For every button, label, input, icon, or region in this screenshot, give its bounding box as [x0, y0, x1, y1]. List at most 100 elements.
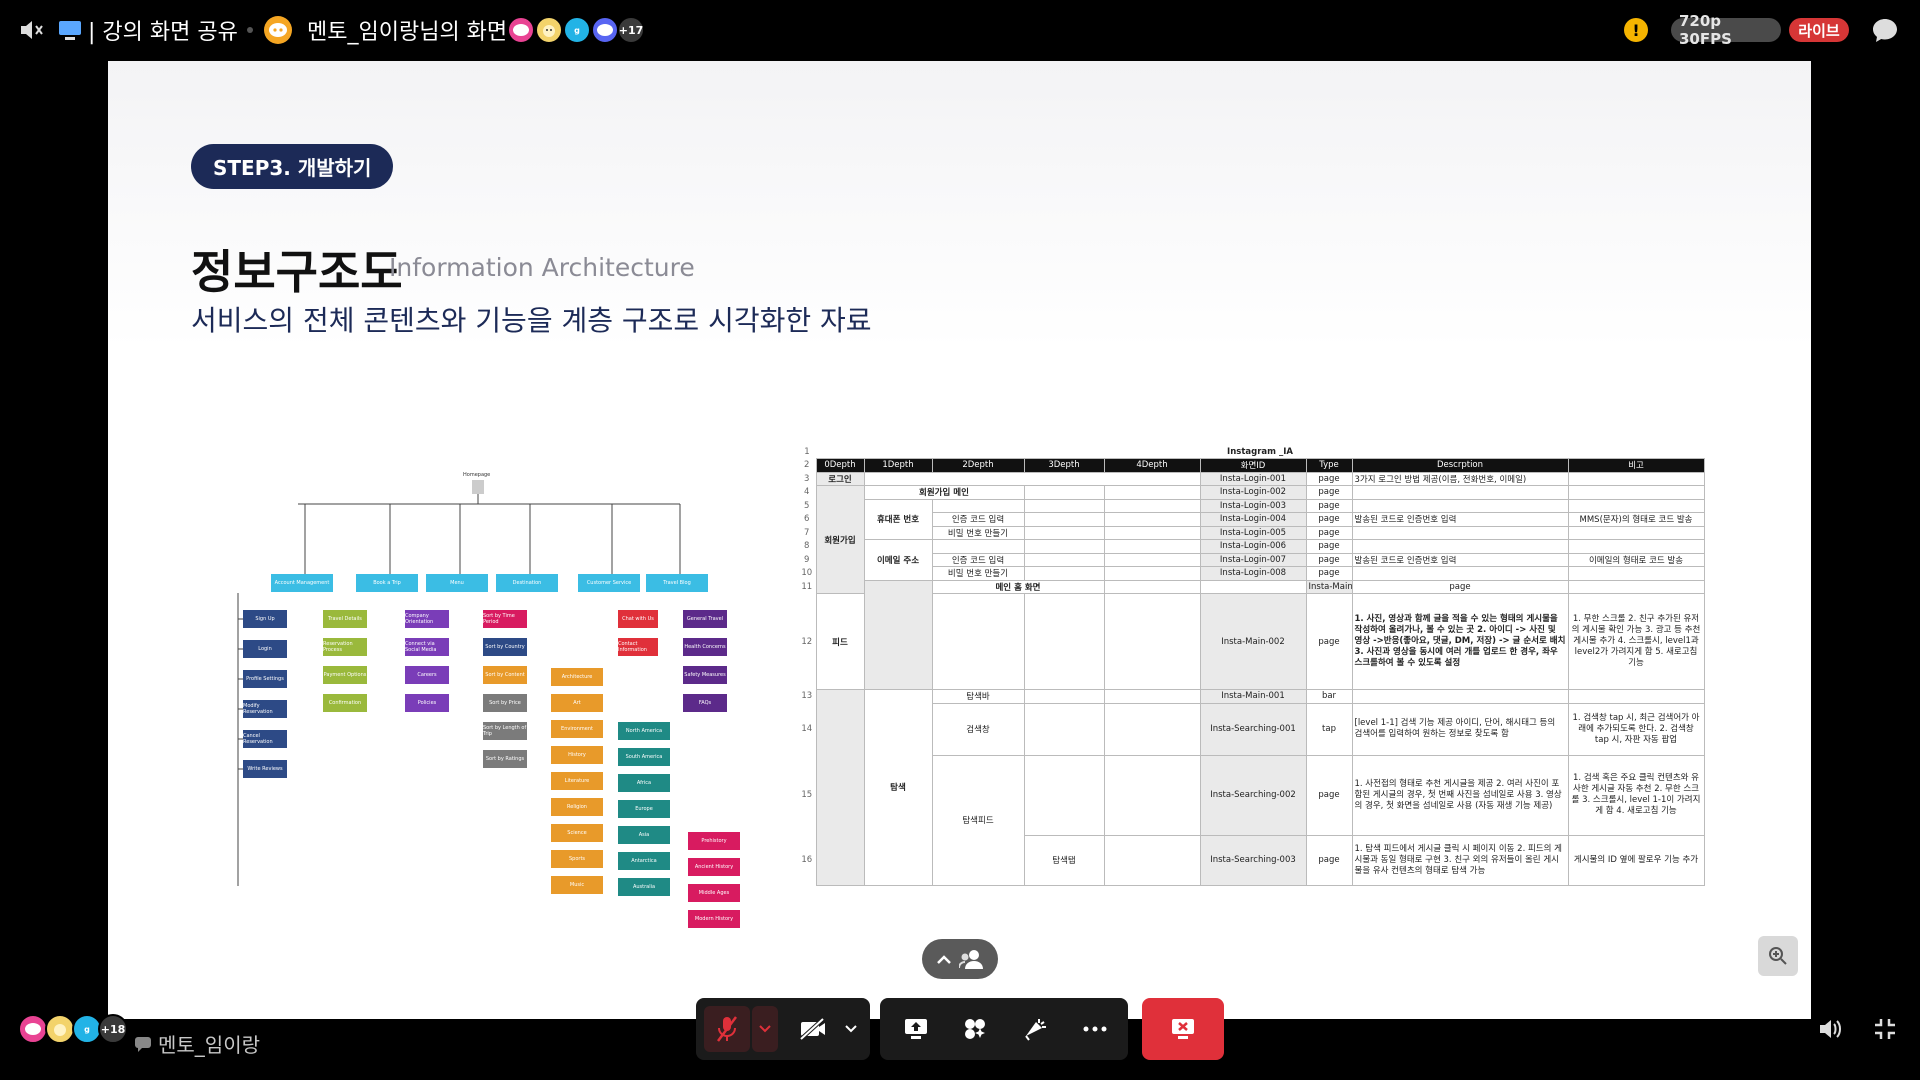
tree-node: Menu	[426, 574, 488, 592]
slide-title-english: Information Architecture	[389, 253, 695, 282]
tree-node: Sports	[551, 850, 603, 868]
column-header: Descrption	[1351, 458, 1569, 473]
table-row: 15 탐색피드 Insta-Searching-002 page 1. 사전접의 …	[798, 754, 1705, 886]
tree-node: Sort by Length of Trip	[483, 722, 527, 740]
viewer-avatar[interactable]: g	[563, 16, 591, 44]
viewer-avatar[interactable]	[535, 16, 563, 44]
table-row: 12 피드 Insta-Main-002 page 1. 사진, 영상과 함께 글…	[798, 593, 1705, 690]
tree-node: Travel Blog	[646, 574, 708, 592]
tree-node: Travel Details	[323, 610, 367, 628]
tree-node: Prehistory	[688, 832, 740, 850]
tree-node: Science	[551, 824, 603, 842]
volume-button[interactable]	[1816, 1014, 1846, 1044]
tree-node: Connect via Social Media	[405, 638, 449, 656]
tree-node: Book a Trip	[356, 574, 418, 592]
tree-node: Company Orientation	[405, 610, 449, 628]
table-row: 13 탐색 탐색바 Insta-Main-001 bar	[798, 689, 1705, 886]
table-row: 5 휴대폰 번호 Insta-Login-003 page	[798, 498, 1705, 540]
tree-node: Sort by Time Period	[483, 610, 527, 628]
participant-avatar[interactable]	[18, 1014, 48, 1044]
zoom-in-button[interactable]	[1758, 936, 1798, 976]
tree-root-label: Homepage	[463, 472, 491, 478]
column-header: 2Depth	[931, 458, 1025, 473]
step-badge: STEP3. 개발하기	[191, 144, 394, 189]
tree-node: Middle Ages	[688, 884, 740, 902]
table-row: 11 메인 홈 화면 Insta-Main-001page	[798, 579, 1705, 690]
slide-title: 정보구조도	[191, 245, 403, 299]
activities-button[interactable]	[952, 1006, 998, 1052]
channel-title: | 강의 화면 공유	[88, 20, 238, 45]
tree-node: Confirmation	[323, 694, 367, 712]
tree-node: FAQs	[683, 694, 727, 712]
column-header: 0Depth	[815, 458, 865, 473]
column-header: Type	[1305, 458, 1353, 473]
shared-screen: STEP3. 개발하기 정보구조도 Information Architectu…	[108, 61, 1811, 1019]
tree-node: Asia	[618, 826, 670, 844]
table-row: 6 인증 코드 입력 Insta-Login-004 page 발송된 코드로 인…	[798, 512, 1705, 527]
mic-options-dropdown[interactable]	[752, 1006, 778, 1052]
tree-node: General Travel	[683, 610, 727, 628]
tree-node: Sort by Content	[483, 666, 527, 684]
tree-node: Profile Settings	[243, 670, 287, 688]
table-row: 3 로그인 Insta-Login-001 page 3가지 로그인 방법 제공(…	[798, 471, 1705, 486]
tree-node: Health Concerns	[683, 638, 727, 656]
soundboard-button[interactable]	[1012, 1006, 1058, 1052]
participant-avatar[interactable]	[45, 1014, 75, 1044]
tree-node: Sort by Ratings	[483, 750, 527, 768]
tree-node: Login	[243, 640, 287, 658]
tree-node: Write Reviews	[243, 760, 287, 778]
speaker-mute-icon[interactable]	[18, 16, 46, 44]
chat-bubble-icon	[134, 1036, 152, 1056]
camera-options-dropdown[interactable]	[838, 1006, 864, 1052]
screen-share-icon	[56, 16, 84, 44]
quality-badge: 720p 30FPS	[1671, 12, 1781, 48]
chat-icon[interactable]	[1871, 16, 1899, 44]
tree-node: History	[551, 746, 603, 764]
viewer-avatar[interactable]	[507, 16, 535, 44]
tree-node: Account Management	[271, 574, 333, 592]
participants-icon	[958, 950, 983, 969]
tree-node: Careers	[405, 666, 449, 684]
exit-fullscreen-button[interactable]	[1870, 1014, 1900, 1044]
table-row: 10 비밀 번호 만들기 Insta-Login-008 page	[798, 566, 1705, 581]
tree-node: Europe	[618, 800, 670, 818]
tree-node: Sort by Price	[483, 694, 527, 712]
tree-node: Religion	[551, 798, 603, 816]
collapse-controls-button[interactable]	[922, 939, 998, 979]
ia-spreadsheet: 1 Instagram _IA 2 0Depth 1Depth 2Depth 3…	[798, 445, 1705, 902]
volume-icon	[1820, 1020, 1841, 1038]
mute-mic-button[interactable]	[704, 1006, 750, 1052]
camera-off-button[interactable]	[790, 1006, 836, 1052]
table-row: 14 검색창 Insta-Searching-001 tap [level 1-1…	[798, 702, 1705, 756]
stop-stream-icon	[1172, 1019, 1194, 1039]
share-screen-icon	[905, 1019, 927, 1039]
more-options-button[interactable]	[1072, 1006, 1118, 1052]
presenter-name: 멘토_임이랑	[158, 1033, 260, 1057]
viewer-avatar[interactable]	[591, 16, 619, 44]
exit-fullscreen-icon	[1875, 1019, 1895, 1039]
mic-off-icon	[717, 1016, 737, 1042]
live-badge: 라이브	[1789, 18, 1849, 42]
more-icon	[1083, 1026, 1107, 1032]
row-number: 1	[798, 445, 816, 459]
chevron-down-icon	[845, 1025, 857, 1033]
tree-node: Antarctica	[618, 852, 670, 870]
tree-node: North America	[618, 722, 670, 740]
tree-node: Safety Measures	[683, 666, 727, 684]
zoom-icon	[1769, 947, 1787, 965]
table-row: 8 이메일 주소 Insta-Login-006 page	[798, 539, 1705, 581]
warning-icon[interactable]: !	[1624, 18, 1648, 42]
viewer-count-badge[interactable]: +17	[617, 16, 645, 44]
share-screen-button[interactable]	[893, 1006, 939, 1052]
tree-node: Cancel Reservation	[243, 730, 287, 748]
chevron-up-icon	[936, 955, 951, 964]
tree-node: Customer Service	[578, 574, 640, 592]
participant-count-badge[interactable]: +18	[98, 1014, 128, 1044]
table-row: 4 회원가입 회원가입 메인 Insta-Login-002 page	[798, 485, 1705, 594]
top-bar: | 강의 화면 공유 멘토_임이랑님의 화면 g +17 ! 720p 30FP…	[0, 0, 1920, 60]
tree-node: Chat with Us	[618, 610, 658, 628]
sheet-title: Instagram _IA	[1227, 446, 1293, 457]
stop-watching-button[interactable]	[1142, 998, 1224, 1060]
streamer-avatar[interactable]	[264, 16, 292, 44]
tree-node: Architecture	[551, 668, 603, 686]
